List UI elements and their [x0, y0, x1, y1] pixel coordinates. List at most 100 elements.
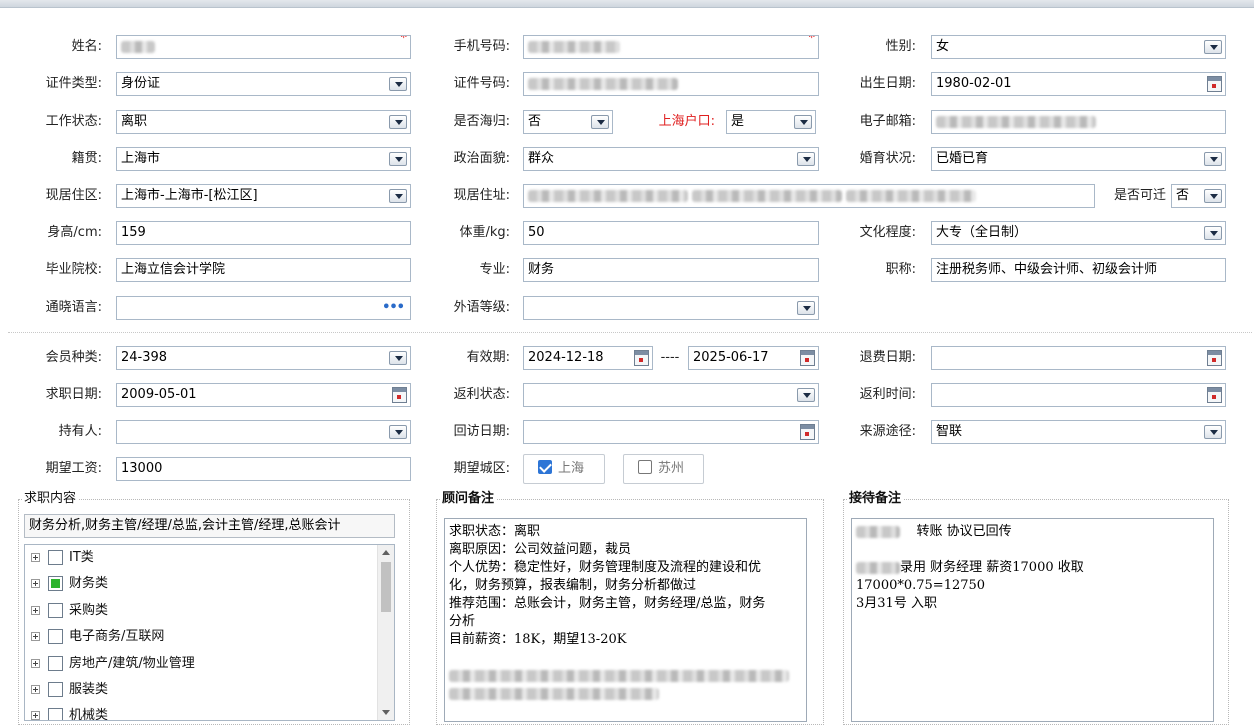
education-select[interactable]: 大专（全日制）	[931, 221, 1226, 245]
city-checkbox-shanghai[interactable]: 上海	[523, 454, 605, 484]
tree-item-it[interactable]: IT类	[31, 547, 94, 569]
job-category-tree[interactable]: IT类 财务类 采购类 电子商务/互联网 房地产/建筑/物业管理 服装类 机械类	[24, 544, 395, 721]
city-shanghai-label: 上海	[558, 461, 585, 476]
chevron-down-icon[interactable]	[389, 425, 407, 439]
city-checkbox-suzhou[interactable]: 苏州	[623, 454, 704, 484]
tree-item-purchasing[interactable]: 采购类	[31, 600, 108, 622]
hukou-select[interactable]: 是	[726, 110, 816, 134]
checkbox-icon[interactable]	[48, 603, 63, 618]
expand-icon[interactable]	[31, 579, 40, 588]
tree-item-realestate[interactable]: 房地产/建筑/物业管理	[31, 653, 195, 675]
apply-date-field[interactable]: 2009-05-01	[116, 383, 411, 407]
district-select[interactable]: 上海市-上海市-[松江区]	[116, 184, 411, 208]
school-value: 上海立信会计学院	[121, 262, 226, 277]
name-field[interactable]: *	[116, 35, 411, 59]
tree-item-machinery[interactable]: 机械类	[31, 705, 108, 720]
calendar-icon[interactable]	[634, 350, 649, 366]
chevron-down-icon[interactable]	[1204, 40, 1222, 54]
consultant-notes-textarea[interactable]: 求职状态：离职 离职原因：公司效益问题，裁员 个人优势：稳定性好，财务管理制度及…	[444, 518, 807, 722]
chevron-down-icon[interactable]	[1204, 189, 1222, 203]
phone-field[interactable]: *	[523, 35, 819, 59]
language-level-select[interactable]	[523, 296, 819, 320]
more-options-icon[interactable]: •••	[382, 301, 405, 314]
politics-select[interactable]: 群众	[523, 147, 819, 171]
professional-title-field[interactable]: 注册税务师、中级会计师、初级会计师	[931, 258, 1226, 282]
chevron-down-icon[interactable]	[1204, 226, 1222, 240]
member-type-select[interactable]: 24-398	[116, 346, 411, 370]
scroll-up-icon[interactable]	[382, 550, 390, 555]
tree-item-apparel[interactable]: 服装类	[31, 679, 108, 701]
calendar-icon[interactable]	[1207, 76, 1222, 92]
relocate-value: 否	[1176, 188, 1190, 203]
calendar-icon[interactable]	[800, 350, 815, 366]
work-status-value: 离职	[121, 114, 148, 129]
expand-icon[interactable]	[31, 553, 40, 562]
checkbox-icon[interactable]	[48, 656, 63, 671]
calendar-icon[interactable]	[392, 387, 407, 403]
height-field[interactable]: 159	[116, 221, 411, 245]
expand-icon[interactable]	[31, 685, 40, 694]
weight-field[interactable]: 50	[523, 221, 819, 245]
reception-notes-textarea[interactable]: 转账 协议已回传 录用 财务经理 薪资17000 收取 17000*0.75=1…	[851, 518, 1214, 722]
valid-from-field[interactable]: 2024-12-18	[523, 346, 653, 370]
source-select[interactable]: 智联	[931, 420, 1226, 444]
chevron-down-icon[interactable]	[591, 115, 609, 129]
chevron-down-icon[interactable]	[797, 152, 815, 166]
chevron-down-icon[interactable]	[389, 77, 407, 91]
languages-field[interactable]: •••	[116, 296, 411, 320]
top-toolbar-strip	[0, 0, 1254, 8]
chevron-down-icon[interactable]	[389, 115, 407, 129]
native-place-select[interactable]: 上海市	[116, 147, 411, 171]
checkbox-partial-icon[interactable]	[48, 576, 63, 591]
chevron-down-icon[interactable]	[1204, 152, 1222, 166]
tree-scrollbar[interactable]	[377, 545, 394, 720]
calendar-icon[interactable]	[1207, 350, 1222, 366]
expand-icon[interactable]	[31, 659, 40, 668]
work-status-select[interactable]: 离职	[116, 110, 411, 134]
checkbox-checked-icon[interactable]	[538, 460, 552, 474]
chevron-down-icon[interactable]	[389, 351, 407, 365]
checkbox-icon[interactable]	[48, 550, 63, 565]
major-field[interactable]: 财务	[523, 258, 819, 282]
job-selection-summary[interactable]: 财务分析,财务主管/经理/总监,会计主管/经理,总账会计	[24, 514, 395, 538]
returnee-select[interactable]: 否	[523, 110, 613, 134]
rebate-time-field[interactable]	[931, 383, 1226, 407]
tree-item-ecommerce[interactable]: 电子商务/互联网	[31, 626, 164, 648]
chevron-down-icon[interactable]	[794, 115, 812, 129]
email-field[interactable]	[931, 110, 1226, 134]
rebate-status-select[interactable]	[523, 383, 819, 407]
chevron-down-icon[interactable]	[797, 388, 815, 402]
checkbox-icon[interactable]	[48, 682, 63, 697]
holder-select[interactable]	[116, 420, 411, 444]
education-label: 文化程度:	[859, 225, 916, 240]
checkbox-icon[interactable]	[48, 629, 63, 644]
expand-icon[interactable]	[31, 711, 40, 720]
gender-select[interactable]: 女	[931, 35, 1226, 59]
chevron-down-icon[interactable]	[389, 152, 407, 166]
tree-item-finance[interactable]: 财务类	[31, 573, 108, 595]
expand-icon[interactable]	[31, 632, 40, 641]
expected-salary-field[interactable]: 13000	[116, 457, 411, 481]
revisit-date-field[interactable]	[523, 420, 819, 444]
id-type-select[interactable]: 身份证	[116, 72, 411, 96]
school-field[interactable]: 上海立信会计学院	[116, 258, 411, 282]
address-field[interactable]	[523, 184, 1095, 208]
refund-date-field[interactable]	[931, 346, 1226, 370]
source-value: 智联	[936, 424, 963, 439]
calendar-icon[interactable]	[1207, 387, 1222, 403]
checkbox-unchecked-icon[interactable]	[638, 460, 652, 474]
calendar-icon[interactable]	[800, 424, 815, 440]
id-number-field[interactable]	[523, 72, 819, 96]
scroll-thumb[interactable]	[381, 562, 391, 612]
relocate-select[interactable]: 否	[1171, 184, 1226, 208]
checkbox-icon[interactable]	[48, 708, 63, 720]
chevron-down-icon[interactable]	[1204, 425, 1222, 439]
valid-to-field[interactable]: 2025-06-17	[688, 346, 819, 370]
expand-icon[interactable]	[31, 606, 40, 615]
chevron-down-icon[interactable]	[797, 301, 815, 315]
chevron-down-icon[interactable]	[389, 189, 407, 203]
scroll-down-icon[interactable]	[382, 710, 390, 715]
education-value: 大专（全日制）	[936, 225, 1028, 240]
marital-select[interactable]: 已婚已育	[931, 147, 1226, 171]
birth-date-field[interactable]: 1980-02-01	[931, 72, 1226, 96]
